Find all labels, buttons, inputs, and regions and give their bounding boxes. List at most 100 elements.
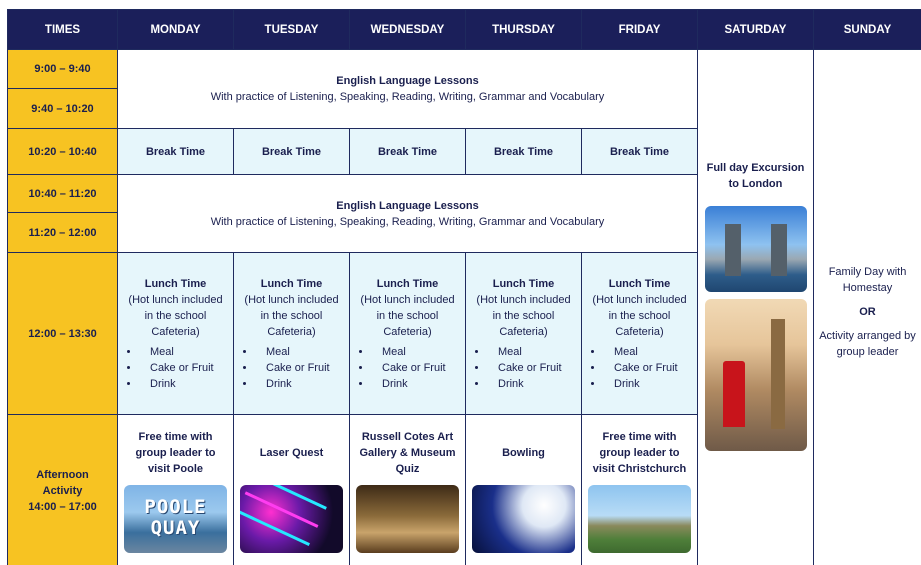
lesson-block-late: English Language Lessons With practice o… <box>117 174 698 253</box>
lunch-line2: in the school <box>376 309 439 322</box>
laser-quest-photo <box>240 485 343 553</box>
sunday-line4: group leader <box>836 346 899 358</box>
header-saturday: SATURDAY <box>697 9 814 50</box>
row-9-00: 9:00 – 9:40 English Language Lessons Wit… <box>7 49 921 565</box>
lunch-title: Lunch Time <box>376 277 439 290</box>
break-friday: Break Time <box>581 128 698 175</box>
clock-tower <box>770 319 785 429</box>
header-row: TIMES MONDAY TUESDAY WEDNESDAY THURSDAY … <box>7 9 921 50</box>
list-item: Meal <box>372 344 465 360</box>
lesson-title: English Language Lessons <box>336 75 479 87</box>
time-slot: 12:00 – 13:30 <box>7 252 118 415</box>
list-item: Cake or Fruit <box>604 360 697 376</box>
list-item: Drink <box>604 376 697 392</box>
lunch-friday: Lunch Time (Hot lunch included in the scho… <box>581 252 698 415</box>
lesson-title: English Language Lessons <box>336 199 479 212</box>
lunch-line1: (Hot lunch included <box>244 293 339 306</box>
gallery-photo <box>356 485 459 553</box>
saturday-cell: Full day Excursion to London <box>697 49 814 565</box>
activity-line1: Free time with <box>602 431 677 443</box>
time-slot: 9:40 – 10:20 <box>7 88 118 129</box>
lunch-line1: (Hot lunch included <box>476 293 571 306</box>
lunch-list: MealCake or FruitDrink <box>234 344 349 392</box>
tower-bridge-photo <box>704 206 807 292</box>
saturday-line2: to London <box>728 178 783 190</box>
lunch-line1: (Hot lunch included <box>360 293 455 306</box>
lunch-line3: Cafeteria) <box>499 325 548 338</box>
activity-line1: Russell Cotes Art <box>361 431 454 443</box>
activity-line3: Quiz <box>395 463 420 475</box>
list-item: Drink <box>488 376 581 392</box>
activity-line3: visit Christchurch <box>592 463 687 475</box>
saturday-line1: Full day Excursion <box>706 162 805 174</box>
activity-thursday: Bowling <box>465 414 582 565</box>
activity-line2: group leader to <box>599 447 680 459</box>
sunday-cell: Family Day with Homestay OR Activity arr… <box>813 49 921 565</box>
activity-line1: Free time with <box>138 431 213 443</box>
lunch-line2: in the school <box>608 309 671 322</box>
bowling-photo <box>472 485 575 553</box>
lunch-wednesday: Lunch Time (Hot lunch included in the scho… <box>349 252 466 415</box>
header-thursday: THURSDAY <box>465 9 582 50</box>
lunch-list: MealCake or FruitDrink <box>118 344 233 392</box>
lesson-desc: With practice of Listening, Speaking, Re… <box>210 91 605 103</box>
sunday-line2: Homestay <box>842 282 893 294</box>
poole-quay-photo: POOLE QUAY <box>124 485 227 553</box>
lunch-line3: Cafeteria) <box>383 325 432 338</box>
activity-line1: Bowling <box>502 447 545 459</box>
lesson-desc: With practice of Listening, Speaking, Re… <box>210 215 605 228</box>
list-item: Drink <box>372 376 465 392</box>
list-item: Drink <box>256 376 349 392</box>
header-sunday: SUNDAY <box>813 9 921 50</box>
list-item: Meal <box>604 344 697 360</box>
activity-wednesday: Russell Cotes Art Gallery & Museum Quiz <box>349 414 466 565</box>
activity-line3: visit Poole <box>147 463 204 475</box>
lunch-title: Lunch Time <box>492 277 555 290</box>
time-slot: 11:20 – 12:00 <box>7 212 118 253</box>
header-wednesday: WEDNESDAY <box>349 9 466 50</box>
lunch-tuesday: Lunch Time (Hot lunch included in the scho… <box>233 252 350 415</box>
lesson-block-morning: English Language Lessons With practice o… <box>117 49 698 129</box>
header-monday: MONDAY <box>117 9 234 50</box>
bridge-tower-left <box>724 224 741 276</box>
big-ben-photo <box>704 299 807 451</box>
afternoon-label-1: Afternoon <box>36 469 89 481</box>
bridge-tower-right <box>770 224 787 276</box>
afternoon-time-slot: Afternoon Activity 14:00 – 17:00 <box>7 414 118 565</box>
list-item: Cake or Fruit <box>372 360 465 376</box>
activity-line2: group leader to <box>135 447 216 459</box>
list-item: Cake or Fruit <box>488 360 581 376</box>
break-monday: Break Time <box>117 128 234 175</box>
list-item: Meal <box>140 344 233 360</box>
list-item: Cake or Fruit <box>256 360 349 376</box>
list-item: Meal <box>488 344 581 360</box>
weekly-timetable: TIMES MONDAY TUESDAY WEDNESDAY THURSDAY … <box>7 9 921 565</box>
lunch-title: Lunch Time <box>144 277 207 290</box>
header-friday: FRIDAY <box>581 9 698 50</box>
activity-line1: Laser Quest <box>259 447 324 459</box>
lunch-line2: in the school <box>492 309 555 322</box>
timetable-frame: TIMES MONDAY TUESDAY WEDNESDAY THURSDAY … <box>7 9 921 565</box>
christchurch-photo <box>588 485 691 553</box>
time-slot: 10:40 – 11:20 <box>7 174 118 213</box>
lunch-thursday: Lunch Time (Hot lunch included in the scho… <box>465 252 582 415</box>
lunch-list: MealCake or FruitDrink <box>582 344 697 392</box>
sunday-line3: Activity arranged by <box>819 330 916 342</box>
lunch-line3: Cafeteria) <box>615 325 664 338</box>
activity-monday: Free time with group leader to visit Poole… <box>117 414 234 565</box>
break-thursday: Break Time <box>465 128 582 175</box>
lunch-line3: Cafeteria) <box>151 325 200 338</box>
poole-quay-sign: POOLE QUAY <box>144 496 207 539</box>
lunch-monday: Lunch Time (Hot lunch included in the scho… <box>117 252 234 415</box>
header-tuesday: TUESDAY <box>233 9 350 50</box>
sunday-or: OR <box>859 306 876 318</box>
time-slot: 9:00 – 9:40 <box>7 49 118 89</box>
lunch-line1: (Hot lunch included <box>128 293 223 306</box>
list-item: Meal <box>256 344 349 360</box>
sunday-line1: Family Day with <box>828 266 907 278</box>
afternoon-range: 14:00 – 17:00 <box>28 501 97 513</box>
afternoon-label-2: Activity <box>42 485 83 497</box>
break-wednesday: Break Time <box>349 128 466 175</box>
lunch-line3: Cafeteria) <box>267 325 316 338</box>
lunch-line2: in the school <box>260 309 323 322</box>
